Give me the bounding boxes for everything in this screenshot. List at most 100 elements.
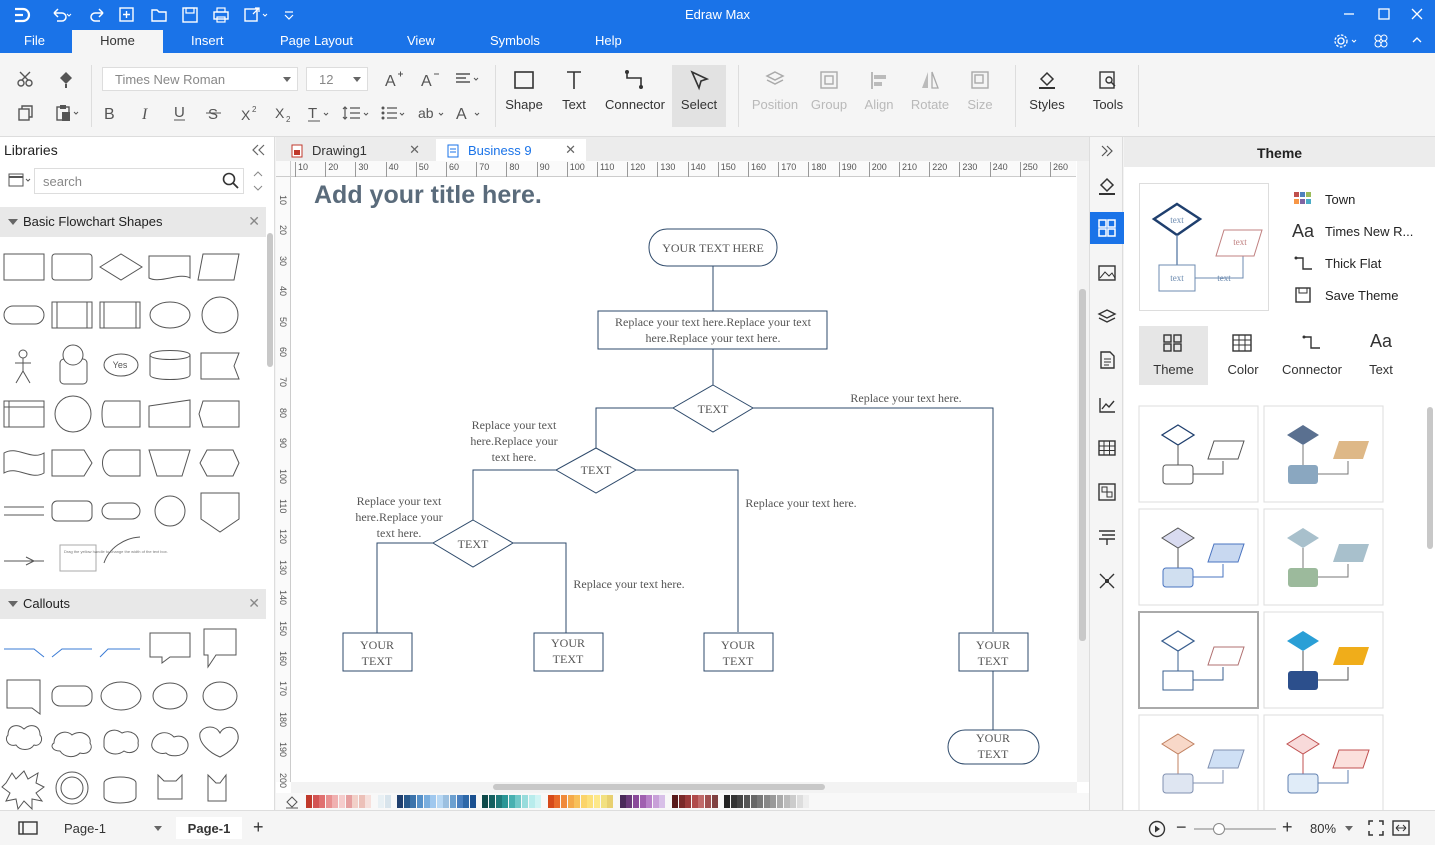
color-swatch[interactable] (561, 795, 567, 808)
subscript-icon[interactable]: X2 (274, 103, 294, 123)
color-swatch[interactable] (403, 795, 410, 808)
theme-thumbnails-grid[interactable] (1138, 405, 1388, 810)
collapse-panel-icon[interactable] (250, 143, 266, 157)
play-icon[interactable] (1148, 820, 1166, 838)
color-swatch[interactable] (600, 795, 607, 808)
tools-button[interactable]: Tools (1088, 69, 1128, 112)
strikethrough-icon[interactable]: S (204, 103, 224, 123)
bullets-icon[interactable] (380, 103, 410, 123)
color-swatch[interactable] (783, 795, 790, 808)
color-swatch[interactable] (443, 795, 450, 808)
color-swatch[interactable] (763, 795, 770, 808)
color-swatch[interactable] (672, 795, 678, 808)
color-swatch[interactable] (574, 795, 581, 808)
theme-tab-theme[interactable]: Theme (1139, 326, 1208, 385)
flowchart-diagram[interactable]: Add your title here. YOUR TEXT HERE Repl… (291, 177, 1076, 782)
color-swatch[interactable] (450, 795, 456, 808)
menu-page-layout[interactable]: Page Layout (280, 33, 353, 48)
color-swatch[interactable] (384, 795, 391, 808)
maximize-icon[interactable] (1377, 7, 1391, 21)
color-swatch[interactable] (325, 795, 332, 808)
color-swatch[interactable] (522, 795, 528, 808)
menu-view[interactable]: View (407, 33, 435, 48)
menu-home[interactable]: Home (72, 30, 163, 53)
italic-icon[interactable]: I (136, 103, 156, 123)
color-swatch[interactable] (639, 795, 646, 808)
position-button[interactable]: Position (750, 69, 800, 112)
color-swatches[interactable] (306, 795, 1076, 808)
chart-icon[interactable] (1090, 389, 1124, 421)
color-swatch[interactable] (744, 795, 750, 808)
color-swatch[interactable] (482, 795, 489, 808)
shape-button[interactable]: Shape (503, 69, 545, 112)
color-swatch[interactable] (339, 795, 345, 808)
color-swatch[interactable] (587, 795, 594, 808)
image-icon[interactable] (1090, 257, 1124, 289)
color-swatch[interactable] (770, 795, 777, 808)
organize-icon[interactable] (1090, 476, 1124, 508)
color-swatch[interactable] (790, 795, 797, 808)
line-spacing-icon[interactable] (342, 103, 372, 123)
rotate-button[interactable]: Rotate (906, 69, 954, 112)
color-swatch[interactable] (547, 795, 554, 808)
text-button[interactable]: Text (556, 69, 592, 112)
callout-shapes-grid[interactable] (0, 623, 266, 810)
zoom-in-icon[interactable]: + (1282, 817, 1293, 838)
color-swatch[interactable] (456, 795, 463, 808)
zoom-dropdown-icon[interactable] (1345, 826, 1353, 831)
decrease-font-icon[interactable]: A (420, 69, 440, 89)
page-tab-1[interactable]: Page-1 (176, 817, 242, 839)
size-button[interactable]: Size (962, 69, 998, 112)
color-swatch[interactable] (691, 795, 698, 808)
text-case-icon[interactable]: ab (417, 103, 447, 123)
theme-panel-icon[interactable] (1090, 212, 1124, 244)
diagram-title[interactable]: Add your title here. (314, 181, 542, 209)
category-basic-flowchart[interactable]: Basic Flowchart Shapes ✕ (0, 207, 266, 237)
page-select-dropdown[interactable]: Page-1 (50, 817, 166, 839)
format-painter-icon[interactable] (56, 69, 76, 89)
menu-file[interactable]: File (24, 33, 45, 48)
library-search-input[interactable]: search (34, 168, 244, 194)
close-category-icon[interactable]: ✕ (248, 213, 260, 230)
scroll-up-icon[interactable] (252, 167, 264, 195)
color-swatch[interactable] (312, 795, 319, 808)
color-swatch[interactable] (535, 795, 542, 808)
underline-icon[interactable]: U (170, 103, 190, 123)
category-callouts[interactable]: Callouts ✕ (0, 589, 266, 619)
fill-bucket-icon[interactable] (284, 795, 300, 809)
styles-button[interactable]: Styles (1026, 69, 1068, 112)
font-color-icon[interactable]: A (455, 103, 485, 123)
copy-icon[interactable] (16, 103, 36, 123)
mind-map-icon[interactable] (1090, 565, 1124, 597)
color-swatch[interactable] (352, 795, 359, 808)
group-button[interactable]: Group (808, 69, 850, 112)
color-swatch[interactable] (705, 795, 711, 808)
color-swatch[interactable] (646, 795, 653, 808)
color-swatch[interactable] (417, 795, 423, 808)
save-theme-button[interactable]: Save Theme (1325, 288, 1398, 303)
color-swatch[interactable] (678, 795, 685, 808)
color-swatch[interactable] (508, 795, 515, 808)
collapse-ribbon-icon[interactable] (1410, 33, 1424, 47)
add-page-icon[interactable]: + (253, 817, 264, 838)
color-swatch[interactable] (652, 795, 659, 808)
color-swatch[interactable] (757, 795, 764, 808)
search-icon[interactable] (222, 172, 240, 190)
color-swatch[interactable] (737, 795, 744, 808)
color-swatch[interactable] (724, 795, 731, 808)
color-swatch[interactable] (410, 795, 417, 808)
theme-tab-connector[interactable]: Connector (1279, 326, 1345, 385)
menu-help[interactable]: Help (595, 33, 622, 48)
color-swatch[interactable] (332, 795, 339, 808)
color-swatch[interactable] (319, 795, 326, 808)
close-icon[interactable] (1410, 7, 1424, 21)
font-size-select[interactable]: 12 (306, 67, 368, 91)
color-swatch[interactable] (469, 795, 476, 808)
theme-option-connector[interactable]: Thick Flat (1325, 256, 1381, 271)
color-swatch[interactable] (515, 795, 522, 808)
color-swatch[interactable] (580, 795, 587, 808)
color-swatch[interactable] (685, 795, 692, 808)
settings-gear-icon[interactable] (1333, 33, 1361, 49)
color-swatch[interactable] (495, 795, 502, 808)
color-swatch[interactable] (489, 795, 495, 808)
